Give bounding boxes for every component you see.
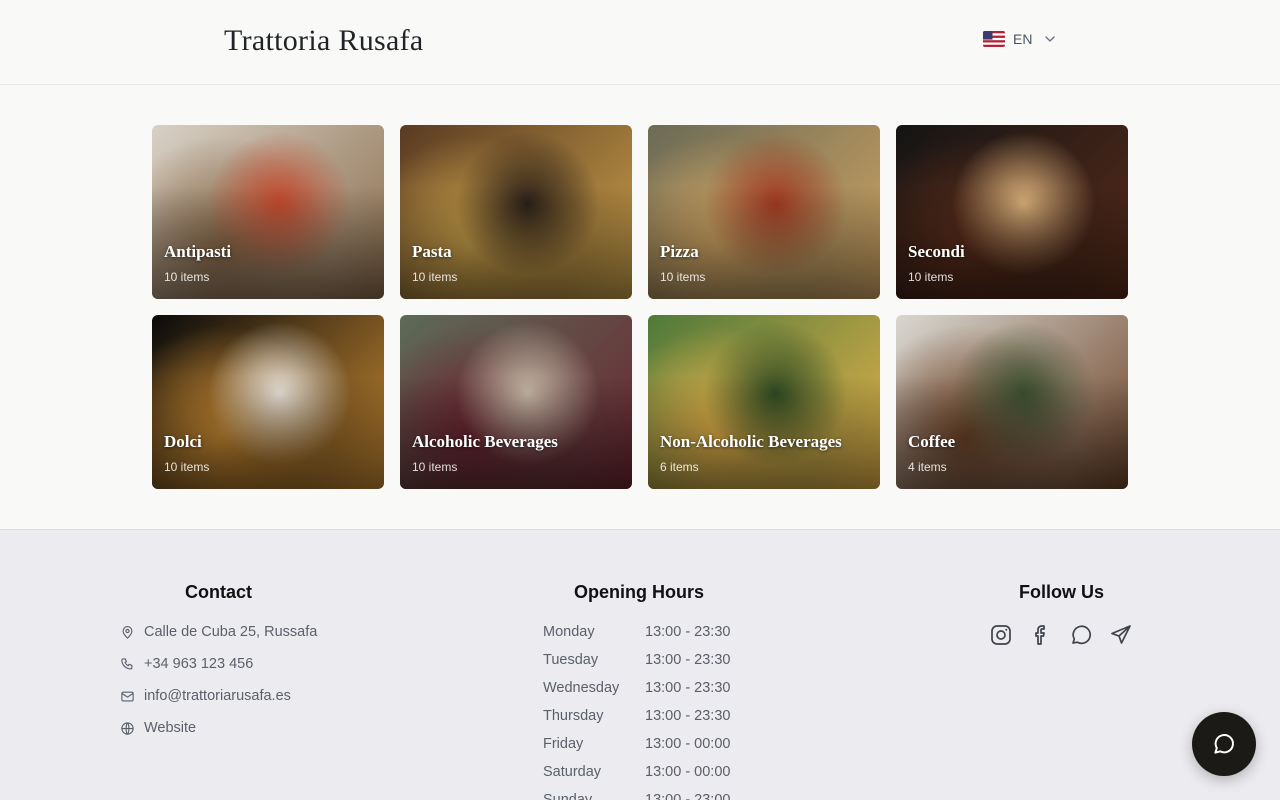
category-title: Non-Alcoholic Beverages (660, 432, 842, 451)
category-title: Antipasti (164, 242, 232, 261)
address-text: Calle de Cuba 25, Russafa (144, 624, 318, 640)
phone-icon (121, 657, 133, 669)
website-link: Website (144, 720, 197, 736)
category-title: Alcoholic Beverages (412, 432, 558, 451)
facebook-icon[interactable] (1029, 623, 1053, 647)
chat-button[interactable] (1192, 712, 1256, 776)
category-card-antipasti[interactable]: Antipasti 10 items (152, 125, 384, 299)
follow-us-title: Follow Us (1019, 582, 1104, 602)
category-item-count: 4 items (908, 460, 947, 474)
chat-bubble-icon (1214, 734, 1234, 754)
category-item-count: 10 items (412, 460, 458, 474)
hours-row: Monday 13:00 - 23:30 (543, 624, 731, 640)
hours-row: Thursday 13:00 - 23:30 (543, 708, 731, 724)
map-pin-icon (122, 625, 133, 639)
category-grid: Antipasti 10 items Pasta 10 items Pizza 10 … (152, 125, 1128, 489)
contact-email[interactable]: info@trattoriarusafa.es (120, 688, 291, 704)
category-item-count: 10 items (660, 270, 706, 284)
category-item-count: 10 items (908, 270, 954, 284)
hours-row: Saturday 13:00 - 00:00 (543, 764, 731, 780)
telegram-icon[interactable] (1109, 623, 1133, 647)
category-title: Pizza (660, 242, 699, 261)
category-card-pizza[interactable]: Pizza 10 items (648, 125, 880, 299)
language-selector[interactable]: EN (983, 31, 1056, 47)
hours-row: Tuesday 13:00 - 23:30 (543, 652, 731, 668)
category-item-count: 10 items (164, 460, 210, 474)
category-title: Coffee (908, 432, 956, 451)
whatsapp-icon[interactable] (1069, 623, 1093, 647)
contact-address[interactable]: Calle de Cuba 25, Russafa (120, 624, 317, 640)
email-text: info@trattoriarusafa.es (144, 688, 291, 704)
category-card-alcoholic-beverages[interactable]: Alcoholic Beverages 10 items (400, 315, 632, 489)
phone-text: +34 963 123 456 (144, 656, 254, 672)
contact-website[interactable]: Website (120, 720, 196, 736)
instagram-icon[interactable] (989, 623, 1013, 647)
mail-icon (121, 691, 134, 701)
site-header: Trattoria Rusafa EN (0, 0, 1280, 85)
restaurant-name[interactable]: Trattoria Rusafa (224, 24, 424, 58)
hours-row: Sunday 13:00 - 23:00 (543, 792, 731, 800)
category-card-non-alcoholic-beverages[interactable]: Non-Alcoholic Beverages 6 items (648, 315, 880, 489)
globe-icon (121, 721, 134, 735)
us-flag-icon (983, 31, 1005, 47)
social-links (989, 623, 1133, 647)
category-card-dolci[interactable]: Dolci 10 items (152, 315, 384, 489)
contact-title: Contact (185, 582, 252, 602)
category-title: Secondi (908, 242, 965, 261)
hours-row: Wednesday 13:00 - 23:30 (543, 680, 731, 696)
site-footer: Contact Calle de Cuba 25, Russafa +34 96… (0, 529, 1280, 800)
category-card-coffee[interactable]: Coffee 4 items (896, 315, 1128, 489)
category-item-count: 10 items (412, 270, 458, 284)
hours-row: Friday 13:00 - 00:00 (543, 736, 731, 752)
opening-hours-title: Opening Hours (574, 582, 704, 602)
category-item-count: 10 items (164, 270, 210, 284)
chevron-down-icon (1045, 36, 1056, 42)
category-card-secondi[interactable]: Secondi 10 items (896, 125, 1128, 299)
contact-phone[interactable]: +34 963 123 456 (120, 656, 253, 672)
category-item-count: 6 items (660, 460, 699, 474)
language-label: EN (1013, 31, 1033, 47)
category-title: Dolci (164, 432, 202, 451)
category-title: Pasta (412, 242, 452, 261)
category-card-pasta[interactable]: Pasta 10 items (400, 125, 632, 299)
